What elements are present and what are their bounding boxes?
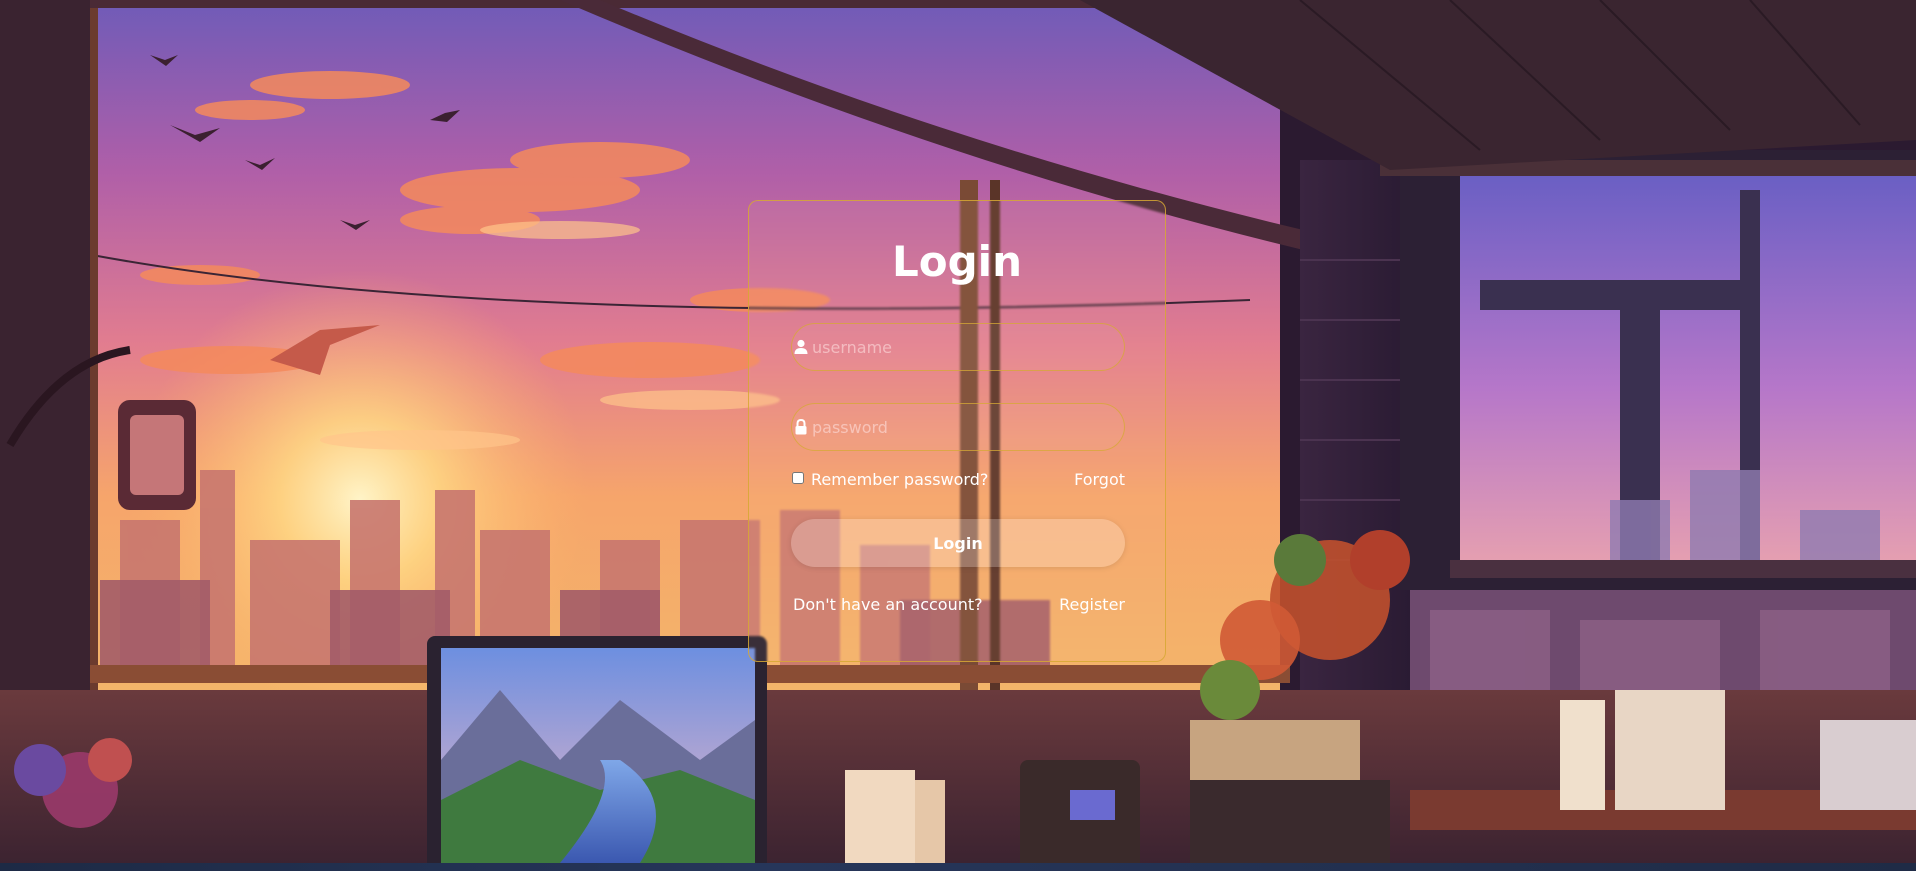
register-row: Don't have an account? Register: [791, 594, 1125, 616]
password-field-wrapper: [791, 403, 1125, 451]
forgot-link[interactable]: Forgot: [1074, 469, 1125, 491]
remember-label: Remember password?: [811, 470, 989, 489]
lock-icon: [795, 418, 807, 435]
background-scene: Login Remember password? Forgot Login Do…: [0, 0, 1916, 871]
login-button[interactable]: Login: [791, 519, 1125, 567]
username-field-wrapper: [791, 323, 1125, 371]
remember-row: Remember password? Forgot: [791, 469, 1125, 491]
login-form: Login Remember password? Forgot Login Do…: [748, 200, 1166, 662]
password-input[interactable]: [792, 404, 1062, 450]
register-link[interactable]: Register: [1059, 594, 1125, 616]
remember-checkbox[interactable]: [792, 472, 804, 484]
no-account-text: Don't have an account?: [793, 595, 983, 614]
bottom-strip: [0, 863, 1916, 871]
user-icon: [794, 339, 808, 354]
login-title: Login: [892, 237, 1022, 286]
username-input[interactable]: [792, 324, 1062, 370]
